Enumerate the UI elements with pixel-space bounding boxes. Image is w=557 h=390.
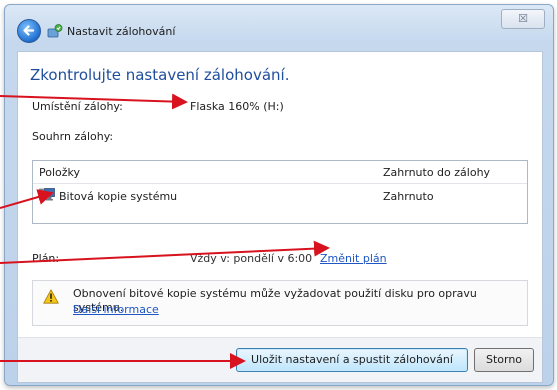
computer-icon [39,188,55,201]
change-schedule-link[interactable]: Změnit plán [320,252,387,265]
column-header-items[interactable]: Položky [39,166,80,179]
backup-items-list[interactable]: Položky Zahrnuto do zálohy Bitová kopie … [32,160,528,224]
close-icon: ☒ [518,12,528,25]
item-status: Zahrnuto [383,190,434,203]
item-name: Bitová kopie systému [59,190,178,203]
save-and-run-backup-button[interactable]: Uložit nastavení a spustit zálohování [236,348,468,372]
close-button[interactable]: ☒ [501,9,545,29]
page-heading: Zkontrolujte nastavení zálohování. [30,66,290,84]
schedule-value: Vždy v: pondělí v 6:00 [190,252,313,265]
window-title: Nastavit zálohování [67,25,176,38]
content-panel: Zkontrolujte nastavení zálohování. Umíst… [17,51,543,383]
backup-location-label: Umístění zálohy: [32,100,123,113]
backup-icon [47,24,63,38]
cancel-button[interactable]: Storno [474,348,534,372]
list-item[interactable]: Bitová kopie systému Zahrnuto [33,185,527,207]
button-bar: Uložit nastavení a spustit zálohování St… [18,337,542,382]
back-arrow-icon [23,25,35,36]
back-button[interactable] [17,19,41,43]
more-info-link[interactable]: Další informace [73,303,159,316]
warning-icon [43,289,59,304]
backup-summary-label: Souhrn zálohy: [32,130,114,143]
column-header-included[interactable]: Zahrnuto do zálohy [383,166,490,179]
list-header: Položky Zahrnuto do zálohy [33,161,527,184]
dialog-window: ☒ Nastavit zálohování Zkontrolujte nasta… [4,4,554,386]
title-bar: ☒ Nastavit zálohování [5,5,553,47]
info-box: Obnovení bitové kopie systému může vyžad… [32,280,528,326]
schedule-label: Plán: [32,252,60,265]
backup-location-value: Flaska 160% (H:) [190,100,284,113]
